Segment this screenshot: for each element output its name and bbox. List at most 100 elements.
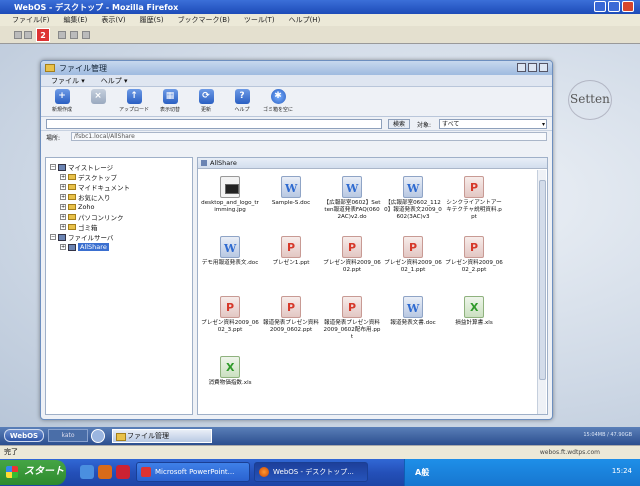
- location-path[interactable]: /fsbc1.local/AllShare: [71, 132, 547, 141]
- file-name: プレゼン1.ppt: [272, 260, 310, 266]
- file-list-header: AllShare: [198, 158, 547, 169]
- file-item[interactable]: 損益計算書.xls: [446, 296, 502, 327]
- minimize-icon[interactable]: [517, 63, 526, 72]
- expand-toggle-icon[interactable]: +: [60, 204, 66, 210]
- excel-icon: [220, 356, 240, 378]
- powerpoint-icon: [281, 236, 301, 258]
- toolbar-button[interactable]: ? ヘルプ: [227, 89, 257, 113]
- expand-toggle-icon[interactable]: +: [60, 244, 66, 250]
- home-icon[interactable]: [58, 31, 66, 39]
- file-manager-body: − マイストレージ + デスクトップ + マイドキュメント + お気に入り + Zoho + パソコン…: [45, 157, 548, 415]
- browser-menu-item[interactable]: 履歴(S): [140, 15, 164, 25]
- tree-item[interactable]: + ゴミ箱: [48, 222, 190, 232]
- expand-toggle-icon[interactable]: +: [60, 184, 66, 190]
- expand-toggle-icon[interactable]: −: [50, 234, 56, 240]
- stop-icon[interactable]: [82, 31, 90, 39]
- browser-menu-item[interactable]: ファイル(F): [12, 15, 50, 25]
- tree-item[interactable]: + マイドキュメント: [48, 182, 190, 192]
- tree-item[interactable]: + Zoho: [48, 202, 190, 212]
- windows-task-button[interactable]: WebOS - デスクトップ...: [254, 462, 368, 482]
- expand-toggle-icon[interactable]: +: [60, 174, 66, 180]
- status-url: webos.ft.wdtps.com: [539, 449, 600, 456]
- browser-menu-item[interactable]: ツール(T): [244, 15, 275, 25]
- close-icon[interactable]: [539, 63, 548, 72]
- file-item[interactable]: 報道発表プレゼン資料2009_0602配布用.ppt: [324, 296, 380, 341]
- toolbar-button[interactable]: ✱ ゴミ箱を空に: [263, 89, 293, 113]
- file-item[interactable]: desktop_and_logo_trimming.jpg: [201, 176, 259, 214]
- search-button[interactable]: 検索: [388, 119, 410, 129]
- ime-indicator[interactable]: A般: [415, 467, 429, 478]
- file-name: プレゼン資料2009_0602_2.ppt: [445, 260, 503, 273]
- tree-item-label: Zoho: [78, 203, 95, 211]
- maximize-icon[interactable]: [528, 63, 537, 72]
- file-item[interactable]: プレゼン資料2009_0602.ppt: [323, 236, 381, 274]
- file-item[interactable]: 【広報部室0602】Setten報道発表FAQ(0602AC)v2.do: [324, 176, 380, 221]
- tree-item-label: ファイルサーバ: [68, 234, 114, 242]
- expand-toggle-icon[interactable]: +: [60, 214, 66, 220]
- reload-icon[interactable]: [70, 31, 78, 39]
- tree-item-label: マイドキュメント: [78, 184, 130, 192]
- expand-toggle-icon[interactable]: +: [60, 224, 66, 230]
- expand-toggle-icon[interactable]: +: [60, 194, 66, 200]
- tree-item[interactable]: + パソコンリンク: [48, 212, 190, 222]
- file-item[interactable]: 消費物価指数.xls: [202, 356, 258, 387]
- file-item[interactable]: 報道発表プレゼン資料2009_0602.ppt: [263, 296, 319, 334]
- desktop-toggle-icon[interactable]: [91, 429, 105, 443]
- file-name: 報道発表文書.doc: [390, 320, 436, 326]
- toolbar-button[interactable]: ▦ 表示切替: [155, 89, 185, 113]
- file-name: Sample-S.doc: [271, 200, 311, 206]
- tree-item-label: マイストレージ: [68, 164, 114, 172]
- file-name: プレゼン資料2009_0602_1.ppt: [384, 260, 442, 273]
- file-manager-menu-item[interactable]: ファイル ▾: [51, 76, 85, 86]
- search-target-select[interactable]: すべて: [439, 119, 547, 129]
- file-item[interactable]: 報道発表文書.doc: [385, 296, 441, 327]
- location-bar: 場所: /fsbc1.local/AllShare: [41, 131, 552, 142]
- file-item[interactable]: シンクライアントアーキテクチャ説明資料.ppt: [446, 176, 502, 221]
- vertical-scrollbar[interactable]: [537, 170, 546, 414]
- tree-item[interactable]: − ファイルサーバ: [48, 232, 190, 242]
- expand-toggle-icon[interactable]: −: [50, 164, 56, 170]
- windows-start-button[interactable]: スタート: [0, 460, 66, 485]
- file-manager-title-bar[interactable]: ファイル管理: [41, 61, 552, 75]
- tree-item[interactable]: + デスクトップ: [48, 172, 190, 182]
- tree-item[interactable]: + お気に入り: [48, 192, 190, 202]
- new-icon: +: [54, 89, 70, 104]
- toolbar-button[interactable]: + 新規作成: [47, 89, 77, 113]
- maximize-icon[interactable]: [608, 1, 620, 12]
- quicklaunch-app-icon[interactable]: [116, 465, 130, 479]
- scrollbar-thumb[interactable]: [539, 180, 546, 380]
- toolbar-button[interactable]: ↑ アップロード: [119, 89, 149, 113]
- minimize-icon[interactable]: [594, 1, 606, 12]
- file-item[interactable]: プレゼン1.ppt: [263, 236, 319, 267]
- forward-icon[interactable]: [24, 31, 32, 39]
- tree-item[interactable]: − マイストレージ: [48, 162, 190, 172]
- folder-icon: [45, 64, 55, 72]
- file-manager-menu-item[interactable]: ヘルプ ▾: [101, 76, 128, 86]
- windows-task-button[interactable]: Microsoft PowerPoint...: [136, 462, 250, 482]
- tree-item-label: お気に入り: [78, 194, 111, 202]
- file-item[interactable]: プレゼン資料2009_0602_1.ppt: [384, 236, 442, 274]
- search-input[interactable]: [46, 119, 382, 129]
- tree-item[interactable]: + AllShare: [48, 242, 190, 252]
- file-item[interactable]: 【広報部室0602_1120】報道発表文2009_0602(3AC)v3: [384, 176, 442, 221]
- file-item[interactable]: プレゼン資料2009_0602_2.ppt: [445, 236, 503, 274]
- file-item[interactable]: デモ用報道発表文.doc: [202, 236, 258, 267]
- storage-usage: 15:04MB / 47.90GB: [583, 432, 632, 438]
- toolbar-button[interactable]: ⟳ 更新: [191, 89, 221, 113]
- webos-task-file-manager[interactable]: ファイル管理: [112, 429, 212, 443]
- back-icon[interactable]: [14, 31, 22, 39]
- toolbar-button-label: アップロード: [119, 107, 150, 113]
- browser-menu-item[interactable]: ヘルプ(H): [289, 15, 321, 25]
- quicklaunch-ie-icon[interactable]: [80, 465, 94, 479]
- close-icon[interactable]: [622, 1, 634, 12]
- quicklaunch-firefox-icon[interactable]: [98, 465, 112, 479]
- browser-menu-item[interactable]: 表示(V): [101, 15, 125, 25]
- browser-menu-item[interactable]: 編集(E): [64, 15, 88, 25]
- word-document-icon: [220, 236, 240, 258]
- browser-menu-item[interactable]: ブックマーク(B): [178, 15, 230, 25]
- file-item[interactable]: Sample-S.doc: [263, 176, 319, 207]
- webos-start-button[interactable]: WebOS: [4, 429, 44, 442]
- tab-badge[interactable]: 2: [36, 28, 50, 42]
- word-document-icon: [403, 176, 423, 198]
- file-item[interactable]: プレゼン資料2009_0602_3.ppt: [201, 296, 259, 334]
